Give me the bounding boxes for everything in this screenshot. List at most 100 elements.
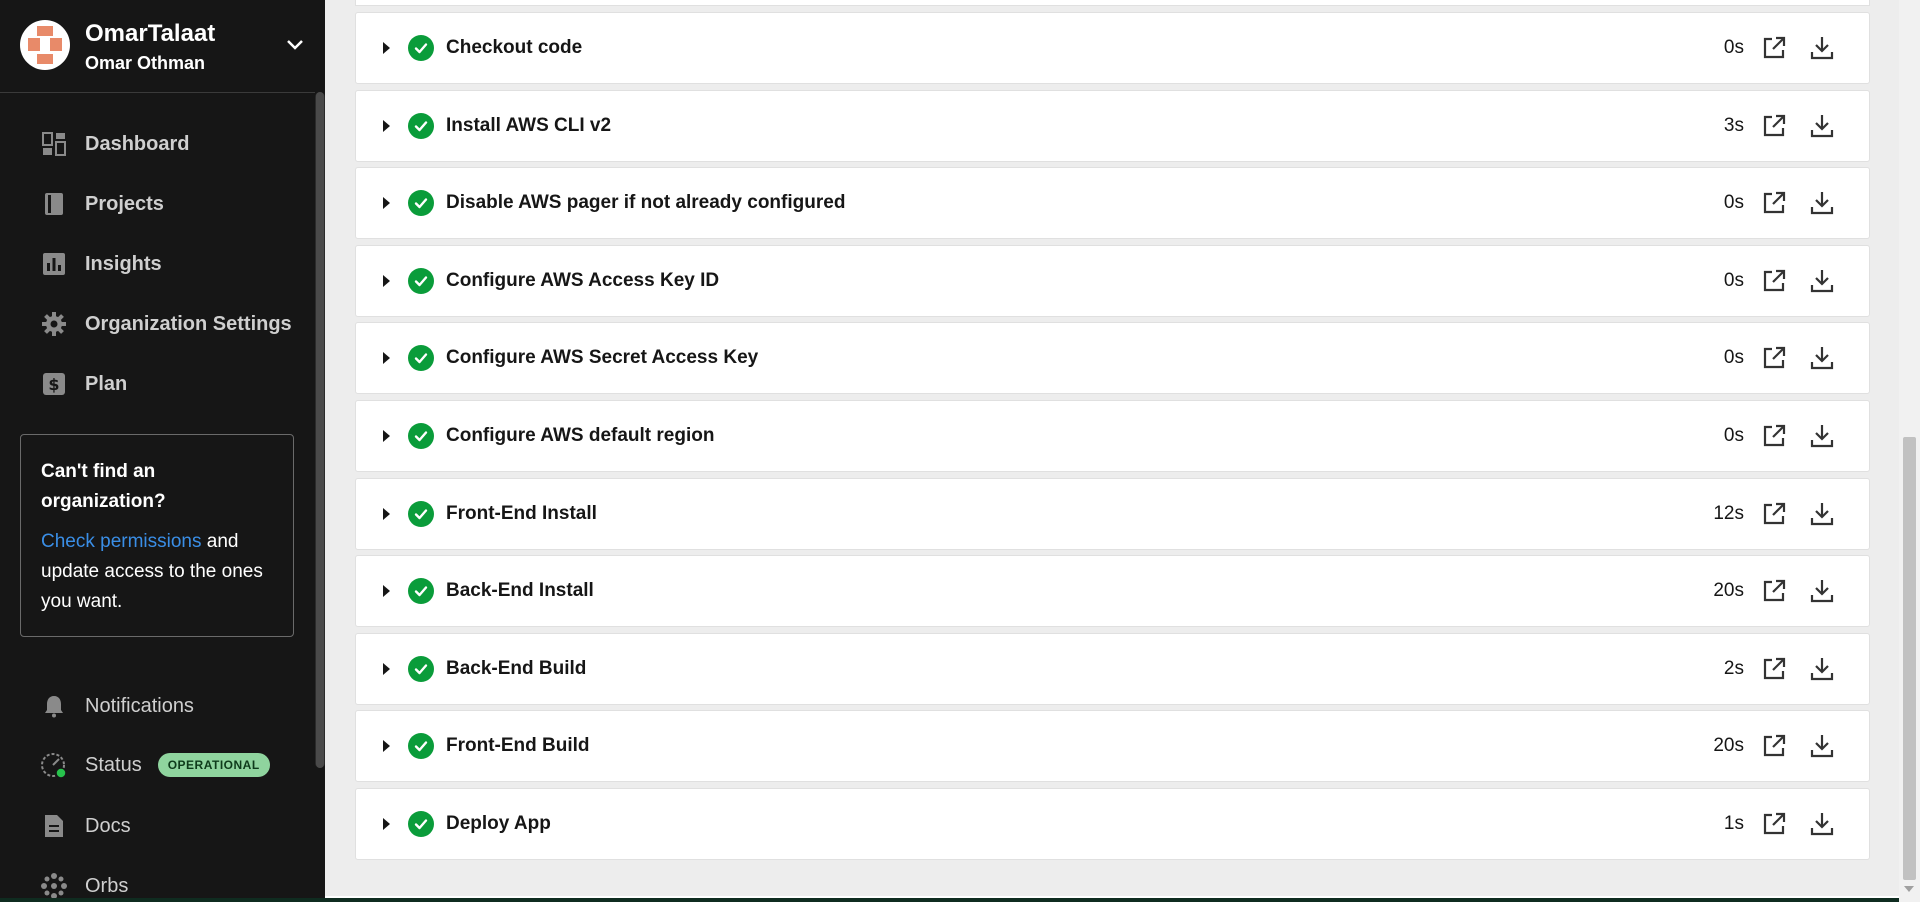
download-icon[interactable] bbox=[1809, 656, 1835, 682]
step-name: Back-End Install bbox=[446, 580, 594, 601]
cant-find-org-box: Can't find an organization? Check permis… bbox=[20, 434, 294, 637]
expand-caret-icon[interactable] bbox=[383, 740, 390, 752]
step-name: Deploy App bbox=[446, 813, 551, 834]
sidebar-item-label: Insights bbox=[85, 252, 162, 275]
open-in-new-tab-icon[interactable] bbox=[1761, 501, 1787, 527]
org-name: OmarTalaat bbox=[85, 20, 216, 47]
svg-text:$: $ bbox=[48, 375, 59, 394]
open-in-new-tab-icon[interactable] bbox=[1761, 35, 1787, 61]
sidebar-item-label: Dashboard bbox=[85, 132, 190, 155]
download-icon[interactable] bbox=[1809, 345, 1835, 371]
expand-caret-icon[interactable] bbox=[383, 430, 390, 442]
org-switcher[interactable]: OmarTalaat Omar Othman bbox=[0, 0, 315, 93]
previous-step-edge bbox=[355, 0, 1870, 6]
page-scrollbar[interactable] bbox=[1899, 0, 1920, 902]
expand-caret-icon[interactable] bbox=[383, 508, 390, 520]
success-check-icon bbox=[408, 811, 434, 837]
step-row[interactable]: Configure AWS Secret Access Key 0s bbox=[355, 322, 1870, 394]
dashboard-icon bbox=[41, 131, 67, 157]
success-check-icon bbox=[408, 501, 434, 527]
step-name: Configure AWS default region bbox=[446, 425, 715, 446]
job-steps-panel: Checkout code 0s Install AWS CLI v2 3s Disab… bbox=[325, 0, 1899, 902]
sidebar-item-dashboard[interactable]: Dashboard bbox=[0, 121, 315, 167]
open-in-new-tab-icon[interactable] bbox=[1761, 113, 1787, 139]
expand-caret-icon[interactable] bbox=[383, 818, 390, 830]
download-icon[interactable] bbox=[1809, 733, 1835, 759]
check-permissions-link[interactable]: Check permissions bbox=[41, 531, 202, 552]
sidebar-scrollbar[interactable] bbox=[315, 92, 325, 768]
sidebar-item-status[interactable]: Status OPERATIONAL bbox=[0, 743, 315, 789]
sidebar-item-notifications[interactable]: Notifications bbox=[0, 683, 315, 729]
sidebar-item-label: Plan bbox=[85, 372, 128, 395]
sidebar-item-organization-settings[interactable]: Organization Settings bbox=[0, 301, 315, 347]
gear-icon bbox=[41, 311, 67, 337]
expand-caret-icon[interactable] bbox=[383, 120, 390, 132]
success-check-icon bbox=[408, 423, 434, 449]
scroll-down-arrow-icon[interactable] bbox=[1904, 886, 1914, 892]
success-check-icon bbox=[408, 268, 434, 294]
open-in-new-tab-icon[interactable] bbox=[1761, 345, 1787, 371]
step-duration: 2s bbox=[1723, 658, 1744, 679]
download-icon[interactable] bbox=[1809, 501, 1835, 527]
step-duration: 20s bbox=[1713, 735, 1744, 756]
open-in-new-tab-icon[interactable] bbox=[1761, 423, 1787, 449]
projects-icon bbox=[41, 191, 67, 217]
success-check-icon bbox=[408, 345, 434, 371]
step-row[interactable]: Front-End Build 20s bbox=[355, 710, 1870, 782]
sidebar-item-plan[interactable]: $ Plan bbox=[0, 361, 315, 407]
step-name: Disable AWS pager if not already configu… bbox=[446, 192, 846, 213]
download-icon[interactable] bbox=[1809, 113, 1835, 139]
bottom-strip bbox=[0, 898, 1899, 902]
download-icon[interactable] bbox=[1809, 423, 1835, 449]
cant-find-body: Check permissions and update access to t… bbox=[41, 527, 273, 617]
step-row[interactable]: Configure AWS Access Key ID 0s bbox=[355, 245, 1870, 317]
open-in-new-tab-icon[interactable] bbox=[1761, 268, 1787, 294]
sidebar-item-docs[interactable]: Docs bbox=[0, 803, 315, 849]
step-row[interactable]: Back-End Install 20s bbox=[355, 555, 1870, 627]
success-check-icon bbox=[408, 578, 434, 604]
download-icon[interactable] bbox=[1809, 190, 1835, 216]
open-in-new-tab-icon[interactable] bbox=[1761, 190, 1787, 216]
step-row[interactable]: Deploy App 1s bbox=[355, 788, 1870, 860]
step-row[interactable]: Disable AWS pager if not already configu… bbox=[355, 167, 1870, 239]
expand-caret-icon[interactable] bbox=[383, 663, 390, 675]
open-in-new-tab-icon[interactable] bbox=[1761, 578, 1787, 604]
step-row[interactable]: Install AWS CLI v2 3s bbox=[355, 90, 1870, 162]
step-duration: 0s bbox=[1723, 425, 1744, 446]
sidebar-item-projects[interactable]: Projects bbox=[0, 181, 315, 227]
sidebar-item-label: Notifications bbox=[85, 694, 194, 717]
success-check-icon bbox=[408, 656, 434, 682]
expand-caret-icon[interactable] bbox=[383, 352, 390, 364]
success-check-icon bbox=[408, 733, 434, 759]
step-duration: 1s bbox=[1723, 813, 1744, 834]
open-in-new-tab-icon[interactable] bbox=[1761, 811, 1787, 837]
sidebar-item-label: Organization Settings bbox=[85, 312, 292, 335]
step-row[interactable]: Configure AWS default region 0s bbox=[355, 400, 1870, 472]
step-row[interactable]: Back-End Build 2s bbox=[355, 633, 1870, 705]
chevron-down-icon[interactable] bbox=[284, 36, 306, 54]
download-icon[interactable] bbox=[1809, 811, 1835, 837]
expand-caret-icon[interactable] bbox=[383, 585, 390, 597]
expand-caret-icon[interactable] bbox=[383, 42, 390, 54]
success-check-icon bbox=[408, 35, 434, 61]
download-icon[interactable] bbox=[1809, 268, 1835, 294]
step-duration: 12s bbox=[1713, 503, 1744, 524]
bell-icon bbox=[41, 693, 67, 719]
sidebar-item-insights[interactable]: Insights bbox=[0, 241, 315, 287]
page-scrollbar-thumb[interactable] bbox=[1903, 437, 1916, 880]
orbs-icon bbox=[41, 873, 67, 899]
download-icon[interactable] bbox=[1809, 35, 1835, 61]
sidebar-scrollbar-thumb[interactable] bbox=[316, 92, 324, 768]
expand-caret-icon[interactable] bbox=[383, 197, 390, 209]
open-in-new-tab-icon[interactable] bbox=[1761, 656, 1787, 682]
step-row[interactable]: Front-End Install 12s bbox=[355, 478, 1870, 550]
sidebar-item-orbs[interactable]: Orbs bbox=[0, 863, 315, 902]
success-check-icon bbox=[408, 190, 434, 216]
sidebar-item-label: Docs bbox=[85, 814, 131, 837]
success-check-icon bbox=[408, 113, 434, 139]
expand-caret-icon[interactable] bbox=[383, 275, 390, 287]
step-row[interactable]: Checkout code 0s bbox=[355, 12, 1870, 84]
download-icon[interactable] bbox=[1809, 578, 1835, 604]
open-in-new-tab-icon[interactable] bbox=[1761, 733, 1787, 759]
step-name: Back-End Build bbox=[446, 658, 587, 679]
